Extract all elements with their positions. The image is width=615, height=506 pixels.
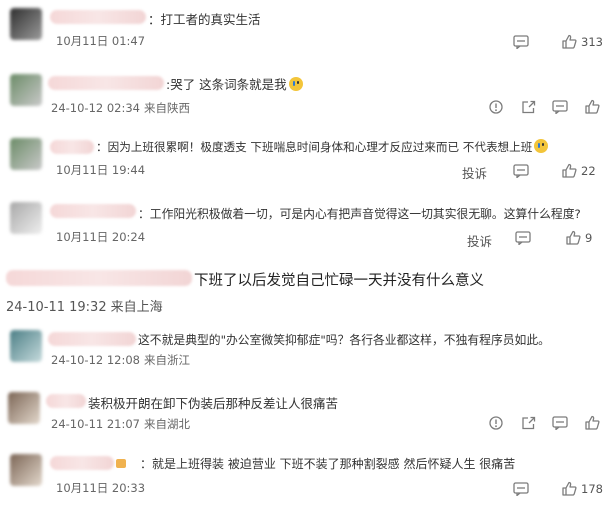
avatar[interactable] (10, 330, 42, 362)
thumbs-up-icon (566, 230, 581, 245)
share-button[interactable] (521, 100, 536, 114)
comment-item: :哭了 这条词条就是我 24-10-12 02:34 来自陕西 (0, 64, 615, 124)
share-icon (521, 100, 536, 114)
comment-text: ：打工者的真实生活 (148, 12, 261, 27)
avatar[interactable] (10, 454, 42, 486)
warning-icon (489, 100, 503, 114)
like-button[interactable]: 313 (562, 34, 603, 49)
report-button[interactable] (489, 100, 503, 114)
thumbs-up-icon (585, 415, 600, 430)
comment-time: 24-10-11 21:07 (51, 417, 140, 431)
share-icon (521, 416, 536, 430)
reply-button[interactable] (513, 164, 529, 178)
username-blurred[interactable] (50, 456, 114, 470)
username-blurred[interactable] (50, 140, 94, 154)
avatar[interactable] (10, 74, 42, 106)
like-count: 178 (581, 481, 603, 496)
like-button[interactable]: 178 (562, 481, 603, 496)
report-button[interactable] (489, 416, 503, 430)
avatar[interactable] (10, 138, 42, 170)
share-button[interactable] (521, 416, 536, 430)
comment-time-value: 10月11日 01:47 (56, 34, 146, 48)
reply-button[interactable] (513, 482, 529, 496)
report-label: 投诉 (467, 234, 493, 249)
comment-item: ：打工者的真实生活 10月11日 01:47 313 (0, 0, 615, 58)
reply-button[interactable] (515, 231, 531, 245)
like-count: 313 (581, 34, 603, 49)
username-blurred[interactable] (48, 332, 136, 346)
avatar[interactable] (10, 8, 42, 40)
thumbs-up-icon (562, 481, 577, 496)
comment-text-value: :哭了 这条词条就是我 (166, 77, 287, 92)
comment-text: ：因为上班很累啊！极度透支 下班喘息时间身体和心理才反应过来而已 不代表想上班 (96, 139, 549, 155)
comment-text: ：工作阳光积极做着一切，可是内心有把声音觉得这一切其实很无聊。这算什么程度? (138, 207, 581, 221)
like-button[interactable] (585, 415, 600, 430)
comment-location: 来自陕西 (144, 101, 190, 115)
comment-time: 10月11日 20:33 (56, 481, 146, 495)
username-blurred[interactable] (6, 270, 192, 286)
comment-item: ：就是上班得装 被迫营业 下班不装了那种割裂感 然后怀疑人生 很痛苦 10月11… (0, 446, 615, 506)
report-button[interactable]: 投诉 (467, 231, 492, 250)
comment-text: 下班了以后发觉自己忙碌一天并没有什么意义 (194, 273, 484, 289)
report-label: 投诉 (462, 166, 488, 181)
avatar[interactable] (10, 202, 42, 234)
comment-location: 来自湖北 (144, 417, 190, 431)
thumbs-up-icon (562, 163, 577, 178)
comment-location: 来自上海 (110, 300, 163, 315)
avatar[interactable] (8, 392, 40, 424)
like-button[interactable] (585, 99, 600, 114)
comment-icon (513, 35, 529, 49)
comment-item: ：因为上班很累啊！极度透支 下班喘息时间身体和心理才反应过来而已 不代表想上班 … (0, 130, 615, 188)
reply-button[interactable] (552, 100, 568, 114)
comment-icon (513, 164, 529, 178)
badge-icon (116, 459, 126, 468)
comment-text: ：就是上班得装 被迫营业 下班不装了那种割裂感 然后怀疑人生 很痛苦 (140, 457, 516, 471)
comment-item: ：工作阳光积极做着一切，可是内心有把声音觉得这一切其实很无聊。这算什么程度? 1… (0, 194, 615, 258)
username-blurred[interactable] (46, 394, 86, 408)
comment-icon (513, 482, 529, 496)
comment-text: 这不就是典型的"办公室微笑抑郁症"吗？各行各业都这样，不独有程序员如此。 (138, 333, 550, 347)
comment-time: 10月11日 01:47 (56, 33, 145, 49)
comment-item: 下班了以后发觉自己忙碌一天并没有什么意义 24-10-11 19:32 来自上海 (0, 262, 615, 322)
report-button[interactable]: 投诉 (462, 163, 487, 182)
comment-meta: 24-10-11 19:32 来自上海 (6, 296, 163, 315)
like-button[interactable]: 9 (566, 230, 592, 245)
comment-item: 这不就是典型的"办公室微笑抑郁症"吗？各行各业都这样，不独有程序员如此。 24-… (0, 324, 615, 380)
comment-text-value: ：因为上班很累啊！极度透支 下班喘息时间身体和心理才反应过来而已 不代表想上班 (96, 140, 533, 154)
comment-meta: 24-10-12 12:08 来自浙江 (51, 352, 190, 368)
crying-emoji-icon (288, 77, 303, 91)
comment-icon (552, 100, 568, 114)
username-blurred[interactable] (48, 76, 164, 90)
comment-item: 装积极开朗在卸下伪装后那种反差让人很痛苦 24-10-11 21:07 来自湖北 (0, 384, 615, 440)
comment-time: 24-10-11 19:32 (6, 300, 107, 315)
comment-meta: 24-10-11 21:07 来自湖北 (51, 416, 190, 432)
comment-time: 24-10-12 12:08 (51, 353, 140, 367)
comment-text: :哭了 这条词条就是我 (166, 74, 303, 93)
reply-button[interactable] (552, 416, 568, 430)
comment-time: 10月11日 20:24 (56, 230, 146, 244)
crying-emoji-icon (534, 139, 549, 153)
comment-icon (552, 416, 568, 430)
comment-text: 装积极开朗在卸下伪装后那种反差让人很痛苦 (88, 396, 339, 411)
warning-icon (489, 416, 503, 430)
thumbs-up-icon (562, 34, 577, 49)
reply-button[interactable] (513, 35, 529, 49)
thumbs-up-icon (585, 99, 600, 114)
like-count: 22 (581, 163, 596, 178)
comment-time: 24-10-12 02:34 (51, 101, 140, 115)
comment-location: 来自浙江 (144, 353, 190, 367)
like-button[interactable]: 22 (562, 163, 596, 178)
comment-icon (515, 231, 531, 245)
comment-time: 10月11日 19:44 (56, 163, 146, 177)
like-count: 9 (585, 230, 593, 245)
comment-meta: 24-10-12 02:34 来自陕西 (51, 100, 190, 116)
username-blurred[interactable] (50, 204, 136, 218)
username-blurred[interactable] (50, 10, 146, 24)
